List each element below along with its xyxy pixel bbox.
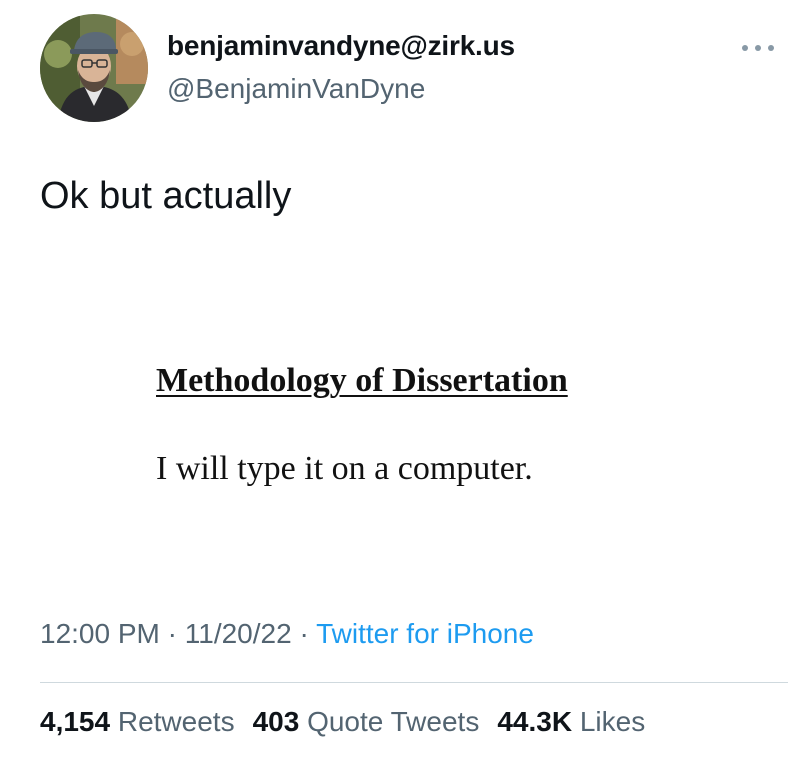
retweets-count: 4,154 bbox=[40, 706, 111, 737]
document-title: Methodology of Dissertation bbox=[156, 362, 568, 399]
retweets-label: Retweets bbox=[117, 706, 235, 737]
retweets-stat[interactable]: 4,154 Retweets bbox=[40, 706, 235, 738]
document-body: I will type it on a computer. bbox=[156, 450, 533, 487]
user-handle[interactable]: @BenjaminVanDyne bbox=[167, 73, 425, 105]
display-name[interactable]: benjaminvandyne@zirk.us bbox=[167, 30, 515, 62]
more-horizontal-icon[interactable] bbox=[740, 36, 776, 60]
avatar[interactable] bbox=[40, 14, 148, 122]
likes-count: 44.3K bbox=[497, 706, 573, 737]
tweet-time[interactable]: 12:00 PM bbox=[40, 618, 160, 649]
tweet-media-image[interactable]: Methodology of Dissertation I will type … bbox=[40, 250, 748, 590]
avatar-photo bbox=[40, 14, 148, 122]
tweet-date[interactable]: 11/20/22 bbox=[185, 618, 292, 649]
divider bbox=[40, 682, 788, 683]
likes-stat[interactable]: 44.3K Likes bbox=[497, 706, 645, 738]
meta-separator: · bbox=[167, 618, 177, 649]
tweet-source-link[interactable]: Twitter for iPhone bbox=[316, 618, 534, 649]
engagement-stats: 4,154 Retweets 403 Quote Tweets 44.3K Li… bbox=[40, 706, 663, 738]
tweet-text: Ok but actually bbox=[40, 175, 292, 217]
quote-tweets-label: Quote Tweets bbox=[307, 706, 480, 737]
likes-label: Likes bbox=[579, 706, 646, 737]
meta-separator: · bbox=[299, 618, 309, 649]
quote-tweets-count: 403 bbox=[252, 706, 300, 737]
quote-tweets-stat[interactable]: 403 Quote Tweets bbox=[253, 706, 480, 738]
tweet-metadata: 12:00 PM · 11/20/22 · Twitter for iPhone bbox=[40, 618, 534, 650]
